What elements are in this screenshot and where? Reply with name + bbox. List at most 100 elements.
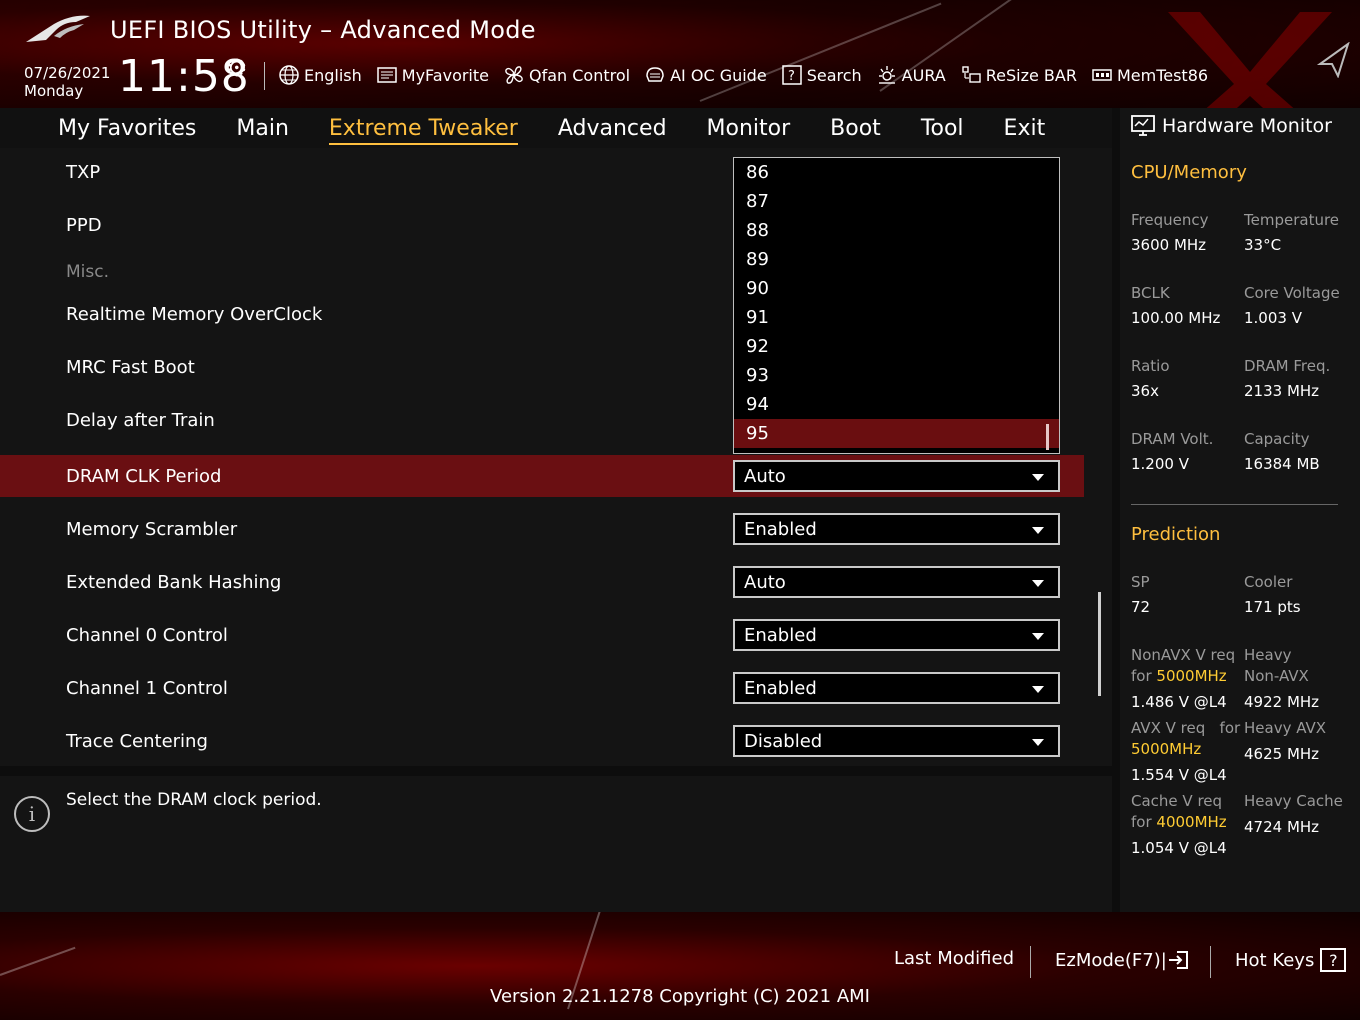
hw-label: Frequency <box>1131 211 1209 229</box>
qfan-control-button[interactable]: Qfan Control <box>503 64 630 86</box>
setting-row-channel-0-control[interactable]: Channel 0 Control Enabled <box>0 614 1084 656</box>
settings-scrollbar[interactable] <box>1098 592 1101 696</box>
setting-row-memory-scrambler[interactable]: Memory Scrambler Enabled <box>0 508 1084 550</box>
app-title: UEFI BIOS Utility – Advanced Mode <box>110 16 536 44</box>
rog-logo <box>26 15 90 42</box>
setting-label: Extended Bank Hashing <box>66 571 282 593</box>
channel-1-control-select[interactable]: Enabled <box>733 672 1060 704</box>
setting-row-channel-1-control[interactable]: Channel 1 Control Enabled <box>0 667 1084 709</box>
decorative-streak <box>0 946 76 976</box>
hw-value: 1.054 V @L4 <box>1131 839 1227 857</box>
select-value: Auto <box>744 465 786 487</box>
hw-label: Non-AVX <box>1244 667 1309 685</box>
select-value: Enabled <box>744 677 817 699</box>
hw-freq-highlight: 5000MHz <box>1131 740 1202 758</box>
dropdown-option[interactable]: 88 <box>734 216 1059 245</box>
dropdown-option[interactable]: 94 <box>734 390 1059 419</box>
ai-oc-guide-icon <box>646 67 664 82</box>
select-value: Enabled <box>744 624 817 646</box>
hw-label: Capacity <box>1244 430 1310 448</box>
hw-label: SP <box>1131 573 1150 591</box>
setting-label: Delay after Train <box>66 409 215 431</box>
setting-row-extended-bank-hashing[interactable]: Extended Bank Hashing Auto <box>0 561 1084 603</box>
dropdown-scrollbar[interactable] <box>1046 424 1049 450</box>
dropdown-option[interactable]: 86 <box>734 158 1059 187</box>
help-text: Select the DRAM clock period. <box>66 790 322 810</box>
hw-label-for: for <box>1131 813 1152 831</box>
header-bar: UEFI BIOS Utility – Advanced Mode 07/26/… <box>0 0 1360 108</box>
resize-bar-button[interactable]: ReSize BAR <box>960 64 1077 86</box>
dropdown-option-selected[interactable]: 95 <box>734 419 1059 448</box>
dropdown-option[interactable]: 87 <box>734 187 1059 216</box>
select-value: Auto <box>744 571 786 593</box>
tab-monitor[interactable]: Monitor <box>707 116 791 141</box>
language-button[interactable]: English <box>278 64 362 86</box>
dram-clk-period-dropdown-list[interactable]: 86 87 88 89 90 91 92 93 94 95 <box>733 157 1060 454</box>
hardware-monitor-title-text: Hardware Monitor <box>1162 115 1332 137</box>
extended-bank-hashing-select[interactable]: Auto <box>733 566 1060 598</box>
hw-value: 4625 MHz <box>1244 745 1320 763</box>
tab-main[interactable]: Main <box>236 116 289 141</box>
language-label: English <box>304 65 362 85</box>
chevron-down-icon <box>1032 686 1044 693</box>
ai-oc-guide-label: AI OC Guide <box>670 65 767 85</box>
tab-exit[interactable]: Exit <box>1004 116 1046 141</box>
svg-text:?: ? <box>788 69 795 84</box>
xx-watermark-logo <box>1168 12 1332 108</box>
footer-separator <box>1030 946 1031 978</box>
dropdown-option[interactable]: 93 <box>734 361 1059 390</box>
ezmode-button[interactable]: EzMode(F7)| <box>1055 948 1191 972</box>
header-separator <box>264 62 265 90</box>
hw-label: for 4000MHz <box>1131 812 1227 833</box>
setting-row-trace-centering[interactable]: Trace Centering Disabled <box>0 720 1084 762</box>
resize-bar-label: ReSize BAR <box>985 65 1077 85</box>
hot-keys-label: Hot Keys <box>1235 949 1315 971</box>
ai-oc-guide-button[interactable]: AI OC Guide <box>644 64 767 86</box>
dropdown-option[interactable]: 91 <box>734 303 1059 332</box>
channel-0-control-select[interactable]: Enabled <box>733 619 1060 651</box>
hw-value: 100.00 MHz <box>1131 309 1221 327</box>
version-text: Version 2.21.1278 Copyright (C) 2021 AMI <box>490 986 870 1007</box>
tab-extreme-tweaker[interactable]: Extreme Tweaker <box>328 116 518 145</box>
trace-centering-select[interactable]: Disabled <box>733 725 1060 757</box>
hw-label: DRAM Freq. <box>1244 357 1331 375</box>
date-display: 07/26/2021 Monday <box>24 64 110 100</box>
search-button[interactable]: ? Search <box>781 64 862 86</box>
setting-label: Realtime Memory OverClock <box>66 303 323 325</box>
hw-value: 36x <box>1131 382 1159 400</box>
hot-keys-button[interactable]: Hot Keys ? <box>1235 948 1347 972</box>
memory-scrambler-select[interactable]: Enabled <box>733 513 1060 545</box>
dropdown-option[interactable]: 90 <box>734 274 1059 303</box>
hw-label-for: for <box>1131 667 1152 685</box>
tab-tool[interactable]: Tool <box>921 116 964 141</box>
section-label: Misc. <box>66 262 109 282</box>
day-text: Monday <box>24 82 84 100</box>
tab-my-favorites[interactable]: My Favorites <box>58 116 196 141</box>
select-value: Enabled <box>744 518 817 540</box>
hw-value: 1.554 V @L4 <box>1131 766 1227 784</box>
aura-button[interactable]: AURA <box>876 64 946 86</box>
date-text: 07/26/2021 <box>24 64 111 82</box>
hw-value: 33°C <box>1244 236 1282 254</box>
setting-row-dram-clk-period[interactable]: DRAM CLK Period Auto <box>0 455 1084 497</box>
aura-label: AURA <box>901 65 946 85</box>
dropdown-option[interactable]: 89 <box>734 245 1059 274</box>
setting-label: Channel 1 Control <box>66 677 228 699</box>
clock-settings-gear-icon[interactable]: ⚙ <box>226 54 248 82</box>
setting-label: Trace Centering <box>66 730 208 752</box>
tab-advanced[interactable]: Advanced <box>558 116 667 141</box>
dropdown-option[interactable]: 92 <box>734 332 1059 361</box>
hw-label: Cache V req <box>1131 792 1223 810</box>
tab-boot[interactable]: Boot <box>830 116 881 141</box>
myfavorite-button[interactable]: MyFavorite <box>376 64 489 86</box>
hw-value: 1.003 V <box>1244 309 1302 327</box>
last-modified-button[interactable]: Last Modified <box>894 948 1014 969</box>
hw-divider <box>1131 504 1338 505</box>
corner-arrow-icon <box>1316 42 1350 78</box>
cpu-memory-section-title: CPU/Memory <box>1131 162 1247 183</box>
info-icon: i <box>14 796 50 832</box>
hw-value: 171 pts <box>1244 598 1301 616</box>
chevron-down-icon <box>1032 633 1044 640</box>
hw-label: AVX V req for <box>1131 718 1240 739</box>
dram-clk-period-select[interactable]: Auto <box>733 460 1060 492</box>
